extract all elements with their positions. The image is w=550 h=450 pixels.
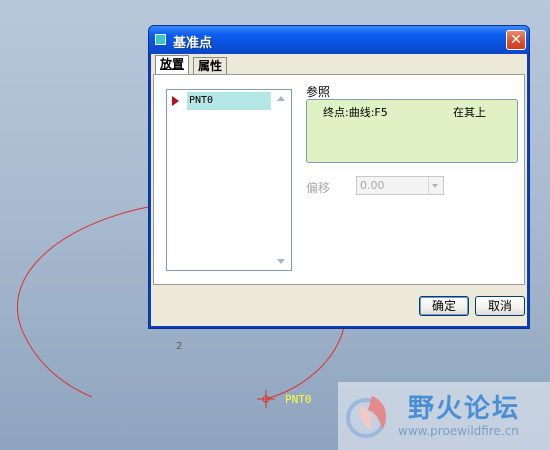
scroll-down-icon[interactable] [277,259,285,264]
offset-dropdown-button [428,177,443,194]
tab-properties[interactable]: 属性 [193,57,228,74]
dialog-titlebar[interactable]: 基准点 ✕ [149,26,529,54]
cancel-button[interactable]: 取消 [475,296,525,316]
watermark-title: 野火论坛 [408,394,521,424]
placement-panel: PNT0 参照 终点:曲线:F5 在其上 偏移 0.00 [153,74,525,285]
ok-button[interactable]: 确定 [419,296,469,316]
curve-arc-lower[interactable] [265,326,345,400]
point-list[interactable]: PNT0 [166,89,292,271]
close-button[interactable]: ✕ [506,30,526,50]
references-label: 参照 [306,85,331,99]
reference-item[interactable]: 终点:曲线:F5 [323,104,388,120]
scroll-up-icon[interactable] [277,96,285,101]
chevron-down-icon [432,184,438,188]
list-item-pnt0[interactable]: PNT0 [187,92,271,110]
watermark: 野火论坛 www.proewildfire.cn [338,382,550,450]
datum-point-marker[interactable] [257,390,275,408]
dialog-title: 基准点 [173,36,213,51]
offset-combobox: 0.00 [356,176,444,195]
dialog-client-area: 放置 属性 PNT0 参照 终点:曲线:F5 在其上 偏移 0.00 确定 取消 [151,54,527,326]
watermark-url: www.proewildfire.cn [398,424,519,438]
window-icon [155,34,166,45]
curve-label: 2 [176,341,182,352]
datum-point-dialog: 基准点 ✕ 放置 属性 PNT0 参照 终点:曲线:F5 在其上 偏移 0.00 [148,25,530,329]
tab-placement[interactable]: 放置 [155,55,190,74]
current-item-arrow-icon [172,96,179,106]
offset-label: 偏移 [306,181,331,195]
point-label: PNT0 [285,393,312,406]
wildfire-logo-icon [346,396,387,438]
curve-arc[interactable] [16,206,149,398]
offset-value: 0.00 [360,179,385,192]
reference-constraint[interactable]: 在其上 [453,104,486,120]
references-collector[interactable]: 终点:曲线:F5 在其上 [306,99,518,163]
